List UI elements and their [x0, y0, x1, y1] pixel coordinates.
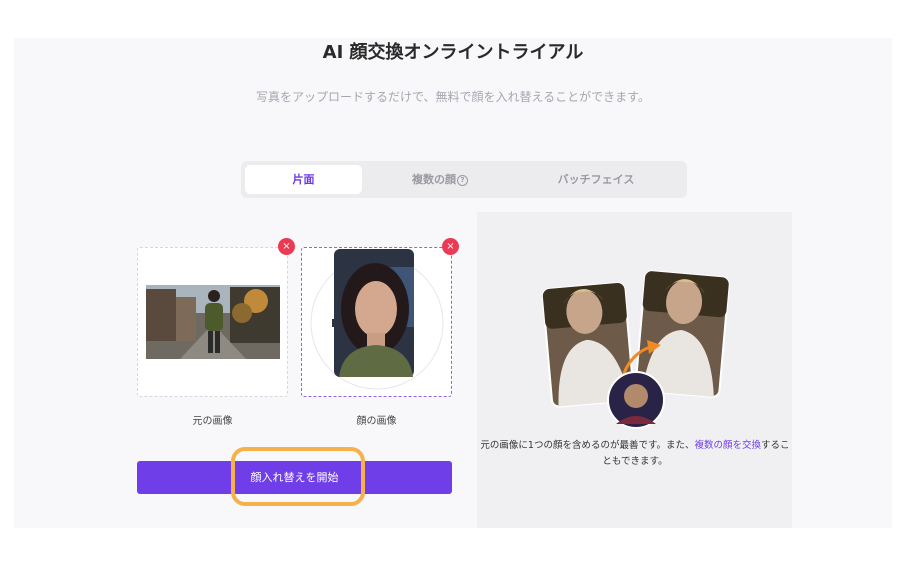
page-subtitle: 写真をアップロードするだけで、無料で顔を入れ替えることができます。 — [256, 90, 650, 104]
tab-label: バッチフェイス — [557, 173, 635, 186]
source-image-upload[interactable]: × — [137, 238, 295, 397]
tab-batch-face[interactable]: バッチフェイス — [521, 165, 671, 194]
tab-label: 複数の顔 — [412, 173, 456, 186]
help-icon[interactable]: ? — [457, 175, 468, 186]
example-panel — [477, 212, 792, 528]
multiple-faces-link[interactable]: 複数の顔を交換 — [695, 440, 762, 451]
tip-text-before: 元の画像に1つの顔を含めるのが最善です。また、 — [480, 440, 695, 451]
face-image-caption: 顔の画像 — [356, 416, 397, 427]
remove-face-button[interactable]: × — [442, 238, 459, 255]
source-image-caption: 元の画像 — [192, 416, 233, 427]
source-image-thumbnail — [146, 285, 280, 359]
tab-single-face[interactable]: 片面 — [245, 165, 362, 194]
example-illustration — [541, 270, 730, 429]
face-image-upload[interactable]: × — [301, 238, 459, 397]
example-tip: 元の画像に1つの顔を含めるのが最善です。また、複数の顔を交換することもできます。 — [478, 438, 792, 470]
page-title: AI 顔交換オンライントライアル — [322, 42, 584, 63]
face-image-thumbnail — [310, 249, 444, 390]
remove-source-button[interactable]: × — [278, 238, 295, 255]
tab-label: 片面 — [292, 173, 315, 186]
mode-tabs: 片面 複数の顔? バッチフェイス — [241, 161, 687, 198]
tab-multiple-faces[interactable]: 複数の顔? — [365, 165, 515, 194]
highlight-ring — [231, 447, 365, 506]
